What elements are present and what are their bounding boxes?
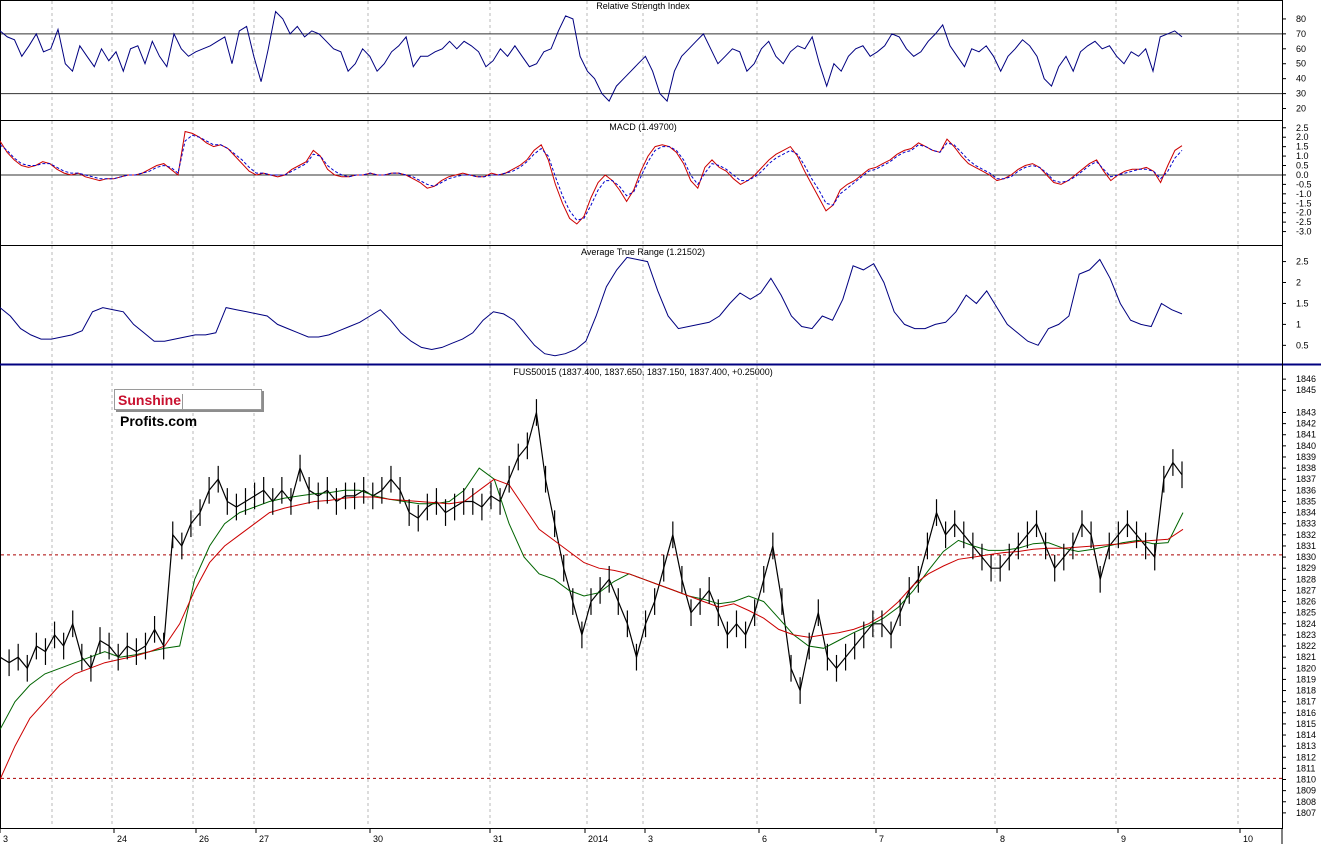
y-tick-label: 1812 bbox=[1296, 752, 1316, 762]
series-line bbox=[0, 10, 1183, 103]
series-line bbox=[0, 130, 1183, 225]
macd-title: MACD (1.49700) bbox=[609, 122, 677, 132]
y-tick-label: 1842 bbox=[1296, 419, 1316, 429]
y-tick-label: 1827 bbox=[1296, 585, 1316, 595]
x-tick-label: 31 bbox=[493, 834, 503, 844]
y-tick-label: 1825 bbox=[1296, 608, 1316, 618]
x-tick-label: 6 bbox=[762, 834, 767, 844]
y-tick-label: 1809 bbox=[1296, 786, 1316, 796]
y-tick-label: 1821 bbox=[1296, 652, 1316, 662]
y-tick-label: 1818 bbox=[1296, 686, 1316, 696]
y-tick-label: 1835 bbox=[1296, 496, 1316, 506]
x-tick-label: 10 bbox=[1243, 834, 1253, 844]
y-tick-label: 1845 bbox=[1296, 385, 1316, 395]
series-line bbox=[0, 256, 1183, 357]
series-line bbox=[0, 134, 1183, 221]
y-tick-label: 1824 bbox=[1296, 619, 1316, 629]
chart-canvas: 807060504030202.52.01.51.00.50.0-0.5-1.0… bbox=[0, 0, 1321, 844]
x-tick-label: 30 bbox=[373, 834, 383, 844]
y-tick-label: 1 bbox=[1296, 319, 1301, 329]
y-tick-label: 1826 bbox=[1296, 597, 1316, 607]
series-line bbox=[0, 478, 1184, 780]
x-tick-label: 3 bbox=[3, 834, 8, 844]
y-tick-label: 80 bbox=[1296, 14, 1306, 24]
y-tick-label: 1840 bbox=[1296, 441, 1316, 451]
y-tick-label: 1823 bbox=[1296, 630, 1316, 640]
panel-frame bbox=[0, 245, 1283, 365]
y-tick-label: 1810 bbox=[1296, 775, 1316, 785]
x-tick-label: 27 bbox=[259, 834, 269, 844]
y-tick-label: 1839 bbox=[1296, 452, 1316, 462]
y-tick-label: 1815 bbox=[1296, 719, 1316, 729]
panel-frame bbox=[0, 364, 1283, 829]
y-tick-label: 70 bbox=[1296, 29, 1306, 39]
y-tick-label: 30 bbox=[1296, 89, 1306, 99]
y-tick-label: 0.5 bbox=[1296, 340, 1309, 350]
y-tick-label: 1837 bbox=[1296, 474, 1316, 484]
y-tick-label: 50 bbox=[1296, 59, 1306, 69]
y-tick-label: 1838 bbox=[1296, 463, 1316, 473]
logo-part1: Sunshine bbox=[118, 392, 182, 408]
atr-title: Average True Range (1.21502) bbox=[581, 247, 705, 257]
y-tick-label: 1813 bbox=[1296, 741, 1316, 751]
x-tick-label: 3 bbox=[648, 834, 653, 844]
y-tick-label: 1807 bbox=[1296, 808, 1316, 818]
y-tick-label: 2.5 bbox=[1296, 257, 1309, 267]
y-tick-label: -3.0 bbox=[1296, 227, 1312, 237]
y-tick-label: 1.5 bbox=[1296, 298, 1309, 308]
y-tick-label: 1816 bbox=[1296, 708, 1316, 718]
x-tick-label: 26 bbox=[199, 834, 209, 844]
logo-part2: Profits.com bbox=[120, 413, 198, 429]
y-tick-label: 1828 bbox=[1296, 574, 1316, 584]
x-tick-label: 2014 bbox=[588, 834, 608, 844]
y-tick-label: 1833 bbox=[1296, 519, 1316, 529]
y-tick-label: 1814 bbox=[1296, 730, 1316, 740]
y-tick-label: 1822 bbox=[1296, 641, 1316, 651]
price-title: FUS50015 (1837.400, 1837.650, 1837.150, … bbox=[513, 367, 772, 377]
x-tick-label: 7 bbox=[879, 834, 884, 844]
x-tick-label: 8 bbox=[1000, 834, 1005, 844]
y-tick-label: 1843 bbox=[1296, 407, 1316, 417]
logo-divider bbox=[182, 393, 184, 409]
y-tick-label: 1811 bbox=[1296, 763, 1315, 773]
y-tick-label: 2 bbox=[1296, 278, 1301, 288]
y-tick-label: 1819 bbox=[1296, 674, 1316, 684]
y-tick-label: 20 bbox=[1296, 104, 1306, 114]
series-line bbox=[0, 412, 1183, 693]
y-tick-label: 1817 bbox=[1296, 697, 1316, 707]
y-tick-label: 1820 bbox=[1296, 663, 1316, 673]
y-tick-label: 1829 bbox=[1296, 563, 1316, 573]
y-tick-label: 1832 bbox=[1296, 530, 1316, 540]
y-tick-label: 1808 bbox=[1296, 797, 1316, 807]
y-tick-label: 1834 bbox=[1296, 508, 1316, 518]
x-tick-label: 24 bbox=[117, 834, 127, 844]
y-tick-label: 1830 bbox=[1296, 552, 1316, 562]
y-tick-label: 1841 bbox=[1296, 430, 1316, 440]
y-tick-label: 1846 bbox=[1296, 374, 1316, 384]
sunshine-profits-logo: Sunshine Profits.com bbox=[114, 389, 262, 429]
y-tick-label: 40 bbox=[1296, 74, 1306, 84]
y-tick-label: 1831 bbox=[1296, 541, 1316, 551]
rsi-title: Relative Strength Index bbox=[596, 1, 690, 11]
y-tick-label: 60 bbox=[1296, 44, 1306, 54]
x-tick-label: 9 bbox=[1121, 834, 1126, 844]
y-tick-label: 1836 bbox=[1296, 485, 1316, 495]
